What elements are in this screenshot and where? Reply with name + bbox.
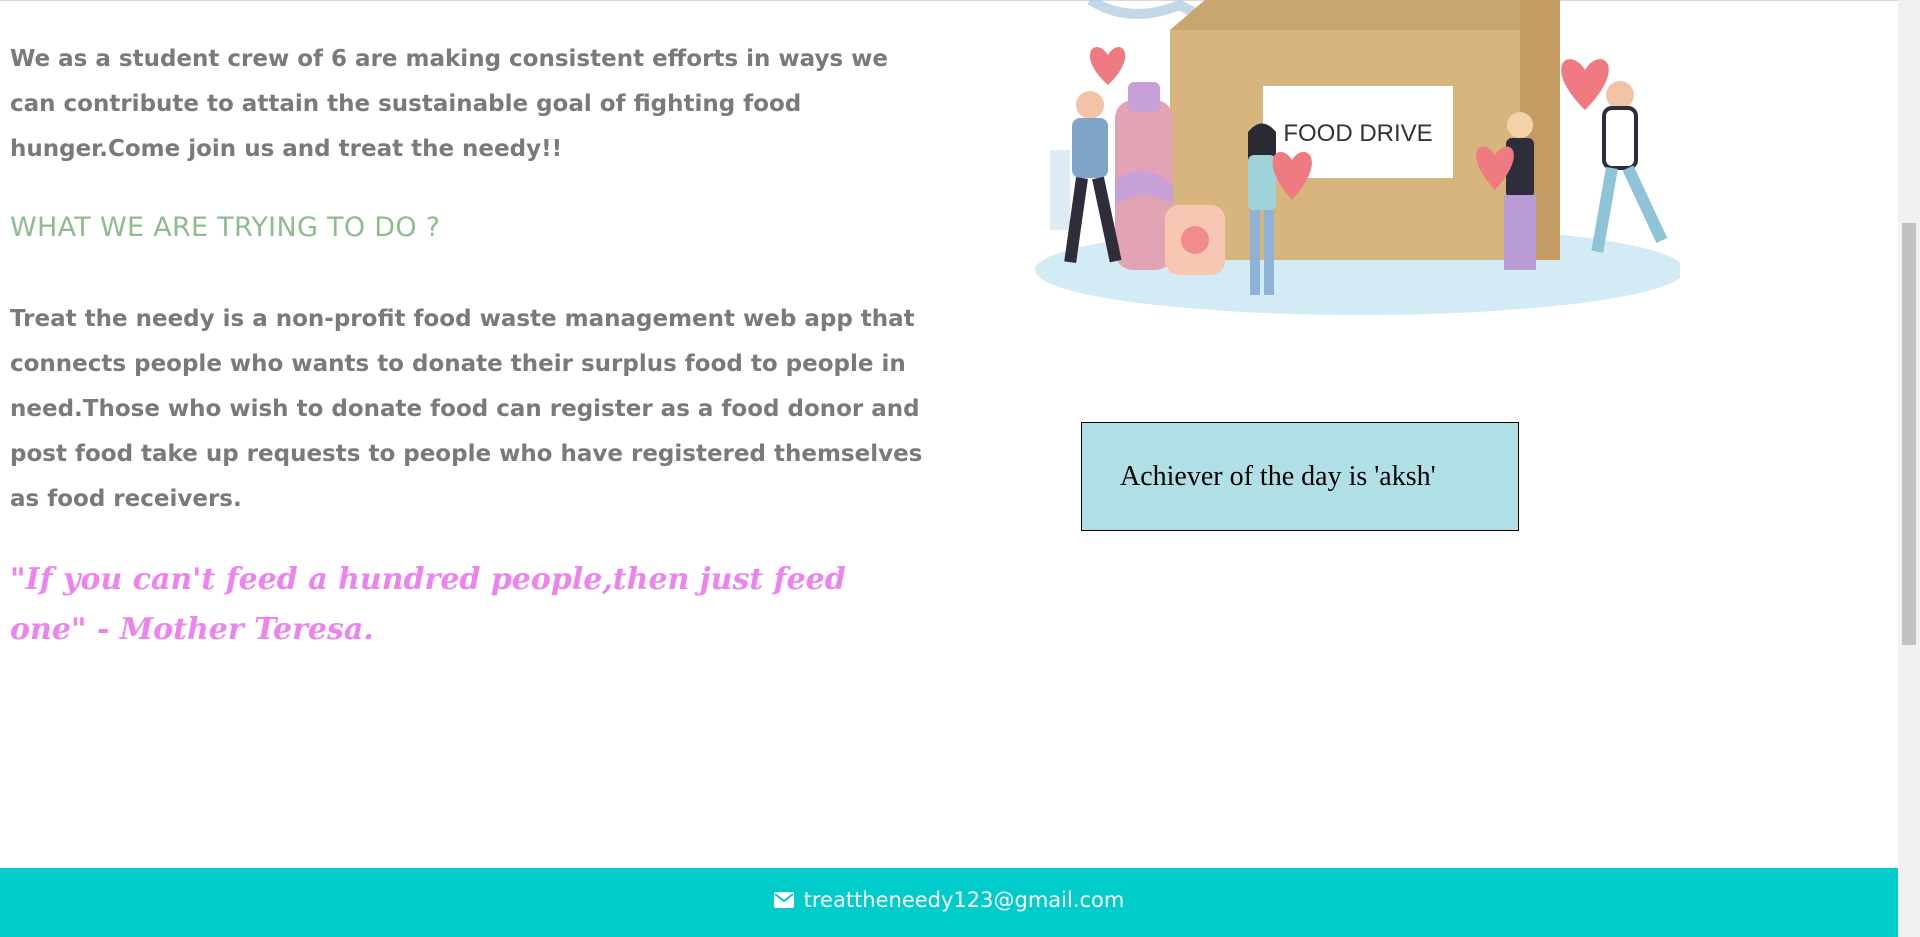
envelope-icon <box>773 891 794 908</box>
food-drive-illustration: FOOD DRIVE <box>1030 0 1685 320</box>
achiever-of-day-box: Achiever of the day is 'aksh' <box>1081 422 1519 531</box>
intro-paragraph: We as a student crew of 6 are making con… <box>10 46 889 162</box>
food-drive-sign: FOOD DRIVE <box>1283 120 1432 147</box>
quote-text: "If you can't feed a hundred people,then… <box>10 562 846 647</box>
food-drive-image: FOOD DRIVE <box>1035 0 1685 315</box>
scrollbar-thumb[interactable] <box>1902 223 1916 645</box>
page: We as a student crew of 6 are making con… <box>0 0 1920 937</box>
achiever-text: Achiever of the day is 'aksh' <box>1120 460 1436 492</box>
section-heading: WHAT WE ARE TRYING TO DO ? <box>10 212 441 243</box>
footer: treattheneedy123@gmail.com <box>0 868 1898 937</box>
vertical-scrollbar[interactable] <box>1898 0 1920 937</box>
mission-paragraph: Treat the needy is a non-profit food was… <box>10 306 923 512</box>
footer-email-link[interactable]: treattheneedy123@gmail.com <box>773 887 1125 912</box>
footer-email: treattheneedy123@gmail.com <box>803 887 1125 912</box>
